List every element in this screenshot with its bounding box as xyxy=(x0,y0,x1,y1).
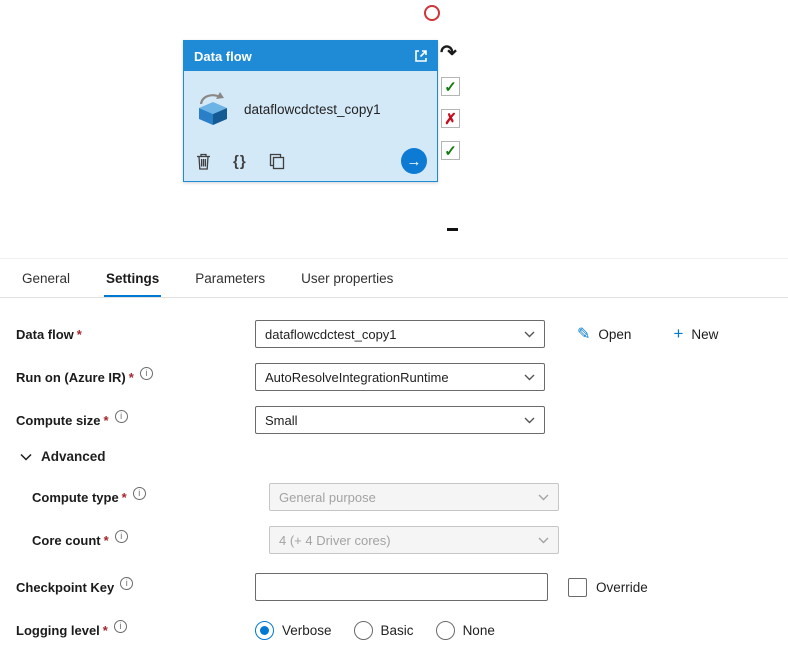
radio-verbose[interactable]: Verbose xyxy=(255,620,332,640)
delete-icon[interactable] xyxy=(196,153,211,170)
compute-type-label: Compute type * i xyxy=(16,486,255,505)
checkpoint-key-input[interactable] xyxy=(255,573,548,601)
compute-type-dropdown: General purpose xyxy=(269,483,559,511)
open-dataflow-icon[interactable] xyxy=(413,48,429,64)
info-icon[interactable]: i xyxy=(113,619,127,633)
canvas-dash xyxy=(447,228,458,231)
compute-type-row: Compute type * i General purpose xyxy=(16,483,772,511)
settings-form: Data flow * dataflowcdctest_copy1 ✎ Open … xyxy=(0,298,788,644)
required-marker: * xyxy=(102,622,108,638)
data-flow-row: Data flow * dataflowcdctest_copy1 ✎ Open … xyxy=(16,320,772,348)
checkpoint-key-label: Checkpoint Key i xyxy=(16,576,255,595)
tab-user-properties[interactable]: User properties xyxy=(299,259,395,297)
info-icon[interactable]: i xyxy=(139,366,153,380)
compute-size-label: Compute size * i xyxy=(16,409,255,428)
tab-parameters[interactable]: Parameters xyxy=(193,259,267,297)
status-cross-icon: ✗ xyxy=(441,109,460,128)
advanced-label: Advanced xyxy=(41,449,106,464)
open-dataflow-button[interactable]: ✎ Open xyxy=(577,324,631,344)
redo-arrow-icon[interactable]: ↷ xyxy=(440,40,457,65)
radio-none[interactable]: None xyxy=(435,620,495,640)
activity-name: dataflowcdctest_copy1 xyxy=(244,102,381,118)
required-marker: * xyxy=(128,369,134,385)
run-on-value: AutoResolveIntegrationRuntime xyxy=(265,369,449,385)
activity-card-header: Data flow xyxy=(184,41,437,71)
info-icon[interactable]: i xyxy=(120,576,134,590)
checkpoint-key-row: Checkpoint Key i Override xyxy=(16,573,772,601)
run-on-dropdown[interactable]: AutoResolveIntegrationRuntime xyxy=(255,363,545,391)
info-icon[interactable]: i xyxy=(114,409,128,423)
required-marker: * xyxy=(76,326,82,342)
status-check-icon: ✓ xyxy=(441,141,460,160)
code-braces-icon[interactable]: {} xyxy=(233,153,247,170)
core-count-value: 4 (+ 4 Driver cores) xyxy=(279,532,391,548)
activity-card-body: dataflowcdctest_copy1 {} → xyxy=(184,71,437,183)
dataflow-icon xyxy=(196,90,234,131)
required-marker: * xyxy=(103,532,109,548)
logging-level-row: Logging level * i Verbose Basic None xyxy=(16,616,772,644)
run-on-label: Run on (Azure IR) * i xyxy=(16,366,255,385)
radio-dot xyxy=(435,620,455,640)
run-on-row: Run on (Azure IR) * i AutoResolveIntegrat… xyxy=(16,363,772,391)
new-dataflow-button[interactable]: + New xyxy=(673,324,718,344)
activity-card-toolbar: {} → xyxy=(184,143,437,183)
properties-panel: General Settings Parameters User propert… xyxy=(0,258,788,644)
radio-dot xyxy=(255,620,274,640)
core-count-row: Core count * i 4 (+ 4 Driver cores) xyxy=(16,526,772,554)
chevron-down-icon xyxy=(524,417,535,423)
next-arrow-button[interactable]: → xyxy=(401,148,427,174)
compute-type-value: General purpose xyxy=(279,489,376,505)
advanced-section-toggle[interactable]: Advanced xyxy=(20,449,772,464)
tab-settings[interactable]: Settings xyxy=(104,259,162,297)
radio-dot xyxy=(353,620,373,640)
compute-size-row: Compute size * i Small xyxy=(16,406,772,434)
override-checkbox[interactable] xyxy=(568,577,587,597)
data-flow-label: Data flow * xyxy=(16,326,82,342)
compute-size-value: Small xyxy=(265,412,298,428)
chevron-down-icon xyxy=(20,453,32,461)
tab-general[interactable]: General xyxy=(20,259,72,297)
chevron-down-icon xyxy=(538,537,549,543)
compute-size-dropdown[interactable]: Small xyxy=(255,406,545,434)
properties-tabs: General Settings Parameters User propert… xyxy=(0,259,788,298)
info-icon[interactable]: i xyxy=(114,529,128,543)
data-flow-value: dataflowcdctest_copy1 xyxy=(265,326,397,342)
pencil-icon: ✎ xyxy=(577,326,591,343)
dataflow-activity-card[interactable]: Data flow dataflowcdctest_copy1 {} → xyxy=(183,40,438,182)
required-marker: * xyxy=(121,489,127,505)
chevron-down-icon xyxy=(524,374,535,380)
radio-basic[interactable]: Basic xyxy=(353,620,414,640)
plus-icon: + xyxy=(673,324,684,343)
copy-icon[interactable] xyxy=(269,153,285,170)
status-check-icon: ✓ xyxy=(441,77,460,96)
chevron-down-icon xyxy=(538,494,549,500)
info-icon[interactable]: i xyxy=(132,486,146,500)
activity-type-label: Data flow xyxy=(194,48,252,64)
logging-level-label: Logging level * i xyxy=(16,619,255,638)
data-flow-dropdown[interactable]: dataflowcdctest_copy1 xyxy=(255,320,545,348)
annotation-circle xyxy=(424,5,440,21)
core-count-label: Core count * i xyxy=(16,529,255,548)
override-label: Override xyxy=(596,579,648,595)
required-marker: * xyxy=(103,412,109,428)
core-count-dropdown: 4 (+ 4 Driver cores) xyxy=(269,526,559,554)
chevron-down-icon xyxy=(524,331,535,337)
pipeline-canvas[interactable]: Data flow dataflowcdctest_copy1 {} → ↷ ✓… xyxy=(0,0,788,258)
